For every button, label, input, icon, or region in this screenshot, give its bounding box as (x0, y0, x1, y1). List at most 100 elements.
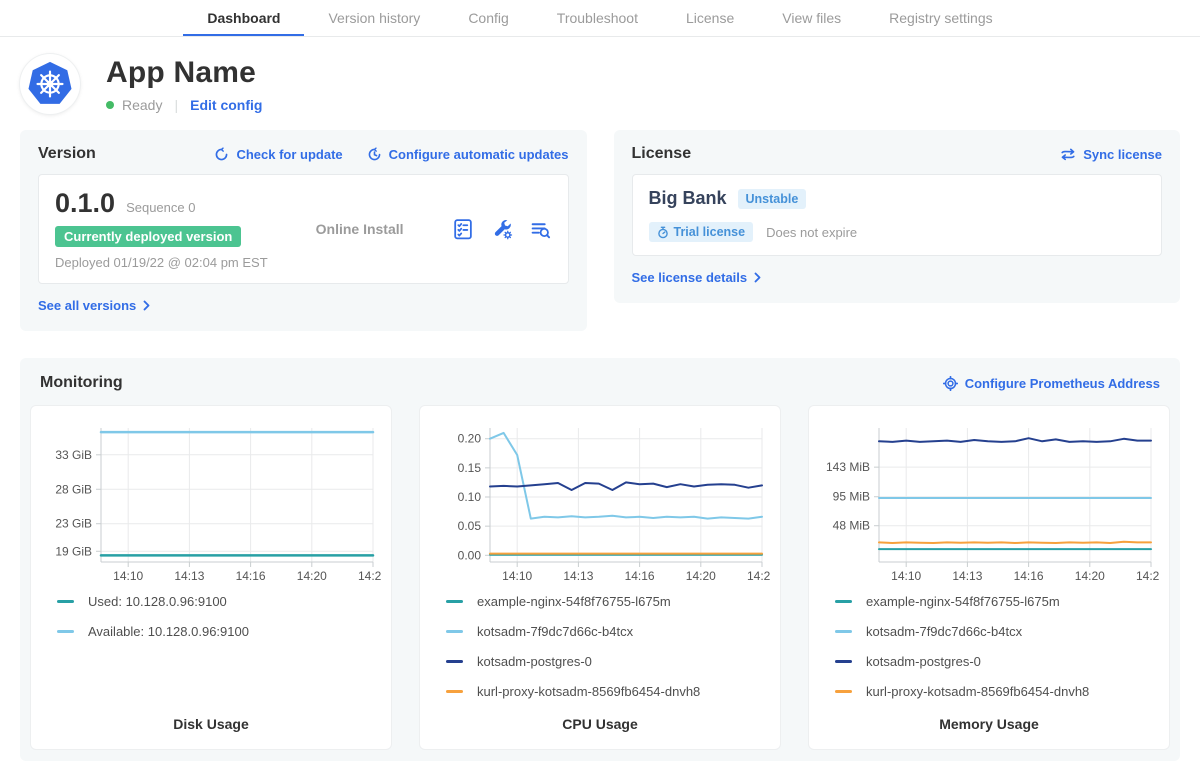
current-version-info: 0.1.0 Sequence 0 Currently deployed vers… (55, 188, 268, 270)
legend-label: kotsadm-postgres-0 (866, 654, 981, 669)
preflight-checks-icon[interactable] (451, 218, 474, 240)
sync-icon (1060, 148, 1076, 161)
version-panel-title: Version (38, 145, 96, 163)
see-license-details-link[interactable]: See license details (632, 270, 762, 285)
version-panel: Version Check for update (20, 130, 587, 331)
svg-text:14:10: 14:10 (502, 569, 532, 583)
svg-text:14:13: 14:13 (952, 569, 982, 583)
configure-prometheus-link[interactable]: Configure Prometheus Address (943, 376, 1160, 391)
page-title: App Name (106, 56, 262, 90)
svg-text:0.10: 0.10 (458, 490, 482, 504)
legend-label: Available: 10.128.0.96:9100 (88, 624, 249, 639)
monitoring-panel: Monitoring Configure Prometheus Address … (20, 358, 1180, 761)
chart-card-memory-usage: 143 MiB 95 MiB 48 MiB 14:10 14:13 14:16 14:20 1… (808, 405, 1170, 750)
license-panel: License Sync license Big Bank Unstable (614, 130, 1181, 303)
svg-text:33 GiB: 33 GiB (55, 448, 92, 462)
version-sequence: Sequence 0 (126, 200, 195, 215)
legend-label: kurl-proxy-kotsadm-8569fb6454-dnvh8 (477, 684, 700, 699)
chevron-right-icon (143, 300, 150, 311)
tab-view-files[interactable]: View files (758, 0, 865, 36)
legend-item: kotsadm-7f9dc7d66c-b4tcx (835, 624, 1159, 639)
svg-text:23 GiB: 23 GiB (55, 517, 92, 531)
svg-text:14:23: 14:23 (747, 569, 770, 583)
license-expiry: Does not expire (766, 225, 857, 240)
legend-swatch (835, 660, 852, 663)
chevron-right-icon (754, 272, 761, 283)
chart-plot-memory-usage: 143 MiB 95 MiB 48 MiB 14:10 14:13 14:16 14:20 1… (819, 420, 1159, 588)
sync-license-link[interactable]: Sync license (1060, 147, 1162, 162)
legend-label: kotsadm-7f9dc7d66c-b4tcx (866, 624, 1022, 639)
legend-label: example-nginx-54f8f76755-l675m (866, 594, 1060, 609)
legend-item: kurl-proxy-kotsadm-8569fb6454-dnvh8 (446, 684, 770, 699)
svg-text:0.15: 0.15 (458, 461, 482, 475)
tab-version-history[interactable]: Version history (304, 0, 444, 36)
svg-text:48 MiB: 48 MiB (833, 519, 870, 533)
tab-dashboard[interactable]: Dashboard (183, 0, 304, 36)
license-customer-name: Big Bank (649, 188, 727, 209)
ready-status-dot (106, 101, 114, 109)
kubernetes-icon (26, 60, 74, 108)
monitoring-title: Monitoring (40, 374, 123, 392)
chart-title-cpu-usage: CPU Usage (430, 699, 770, 739)
svg-text:14:20: 14:20 (1075, 569, 1105, 583)
legend-item: kurl-proxy-kotsadm-8569fb6454-dnvh8 (835, 684, 1159, 699)
svg-text:14:20: 14:20 (686, 569, 716, 583)
tab-license[interactable]: License (662, 0, 758, 36)
legend-swatch (57, 630, 74, 633)
svg-text:14:16: 14:16 (236, 569, 266, 583)
legend-swatch (57, 600, 74, 603)
legend-label: Used: 10.128.0.96:9100 (88, 594, 227, 609)
legend-item: example-nginx-54f8f76755-l675m (835, 594, 1159, 609)
svg-text:0.05: 0.05 (458, 519, 482, 533)
tab-config[interactable]: Config (444, 0, 532, 36)
legend-swatch (446, 660, 463, 663)
legend-memory-usage: example-nginx-54f8f76755-l675m kotsadm-7f… (835, 594, 1159, 699)
legend-item: Used: 10.128.0.96:9100 (57, 594, 381, 609)
svg-text:143 MiB: 143 MiB (826, 460, 870, 474)
legend-disk-usage: Used: 10.128.0.96:9100 Available: 10.128.… (57, 594, 381, 639)
legend-label: example-nginx-54f8f76755-l675m (477, 594, 671, 609)
tab-troubleshoot[interactable]: Troubleshoot (533, 0, 662, 36)
charts-row: 33 GiB28 GiB23 GiB19 GiB14:1014:1314:161… (30, 405, 1170, 750)
svg-text:95 MiB: 95 MiB (833, 490, 870, 504)
chart-plot-cpu-usage: 0.20 0.15 0.10 0.05 0.00 14:10 14:13 14:16 14:20… (430, 420, 770, 588)
svg-text:14:16: 14:16 (625, 569, 655, 583)
app-header: App Name Ready | Edit config (20, 54, 1180, 114)
configure-auto-updates-link[interactable]: Configure automatic updates (367, 147, 569, 162)
view-logs-icon[interactable] (530, 220, 551, 239)
deployed-badge: Currently deployed version (55, 226, 241, 247)
legend-item: kotsadm-postgres-0 (446, 654, 770, 669)
svg-text:14:10: 14:10 (891, 569, 921, 583)
clock-refresh-icon (367, 147, 382, 162)
legend-cpu-usage: example-nginx-54f8f76755-l675m kotsadm-7f… (446, 594, 770, 699)
channel-badge: Unstable (738, 189, 807, 209)
legend-label: kotsadm-postgres-0 (477, 654, 592, 669)
svg-text:14:20: 14:20 (297, 569, 327, 583)
chart-title-memory-usage: Memory Usage (819, 699, 1159, 739)
license-panel-title: License (632, 145, 692, 163)
legend-swatch (835, 690, 852, 693)
svg-text:0.20: 0.20 (458, 432, 482, 446)
config-wrench-icon[interactable] (491, 218, 513, 240)
divider: | (174, 97, 178, 113)
chart-plot-disk-usage: 33 GiB28 GiB23 GiB19 GiB14:1014:1314:161… (41, 420, 381, 588)
svg-text:19 GiB: 19 GiB (55, 544, 92, 558)
legend-swatch (446, 630, 463, 633)
install-type-label: Online Install (316, 221, 404, 237)
check-for-update-link[interactable]: Check for update (214, 147, 342, 162)
legend-label: kotsadm-7f9dc7d66c-b4tcx (477, 624, 633, 639)
version-number: 0.1.0 (55, 188, 115, 219)
tab-registry-settings[interactable]: Registry settings (865, 0, 1016, 36)
legend-item: kotsadm-postgres-0 (835, 654, 1159, 669)
edit-config-link[interactable]: Edit config (190, 97, 262, 113)
svg-text:14:13: 14:13 (563, 569, 593, 583)
legend-swatch (446, 690, 463, 693)
chart-title-disk-usage: Disk Usage (41, 699, 381, 739)
svg-text:14:16: 14:16 (1014, 569, 1044, 583)
legend-item: example-nginx-54f8f76755-l675m (446, 594, 770, 609)
deployed-timestamp: Deployed 01/19/22 @ 02:04 pm EST (55, 255, 268, 270)
svg-text:14:23: 14:23 (1136, 569, 1159, 583)
legend-swatch (835, 630, 852, 633)
see-all-versions-link[interactable]: See all versions (38, 298, 150, 313)
svg-text:0.00: 0.00 (458, 548, 482, 562)
